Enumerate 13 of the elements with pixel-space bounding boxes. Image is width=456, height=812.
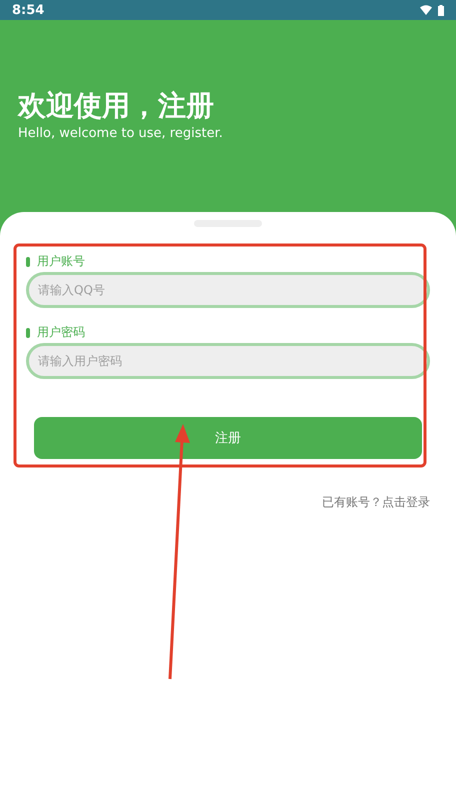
- battery-icon: [438, 4, 444, 16]
- field-label: 用户账号: [37, 253, 85, 270]
- field-label: 用户密码: [37, 324, 85, 341]
- input-field[interactable]: 请输入QQ号: [26, 272, 430, 308]
- label-marker: [26, 256, 30, 266]
- status-time: 8:54: [12, 2, 44, 18]
- input-field[interactable]: 请输入用户密码: [26, 343, 430, 379]
- page-subtitle: Hello, welcome to use, register.: [18, 126, 224, 141]
- wifi-icon: [420, 5, 432, 15]
- page-title: 欢迎使用，注册: [18, 88, 215, 124]
- login-link[interactable]: 已有账号？点击登录: [322, 495, 430, 509]
- label-marker: [26, 328, 30, 338]
- register-button[interactable]: 注册: [34, 417, 422, 459]
